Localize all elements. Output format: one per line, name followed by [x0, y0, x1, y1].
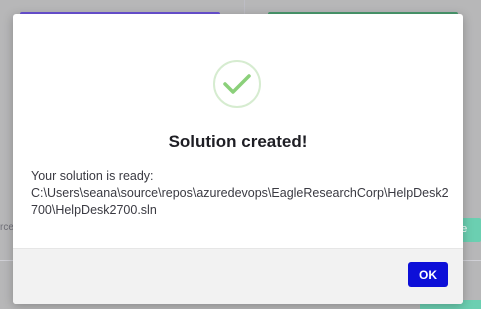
success-dialog: Solution created! Your solution is ready…: [13, 14, 463, 304]
dialog-title: Solution created!: [168, 132, 308, 151]
checkmark-icon: [223, 74, 251, 94]
message-intro: Your solution is ready:: [31, 169, 154, 183]
ok-button[interactable]: OK: [408, 262, 448, 287]
solution-path: C:\Users\seana\source\repos\azuredevops\…: [31, 186, 449, 217]
dialog-message: Your solution is ready: C:\Users\seana\s…: [31, 168, 451, 219]
check-circle-icon: [213, 60, 261, 108]
background-label: rce: [0, 222, 14, 233]
dialog-footer: OK: [13, 248, 463, 304]
